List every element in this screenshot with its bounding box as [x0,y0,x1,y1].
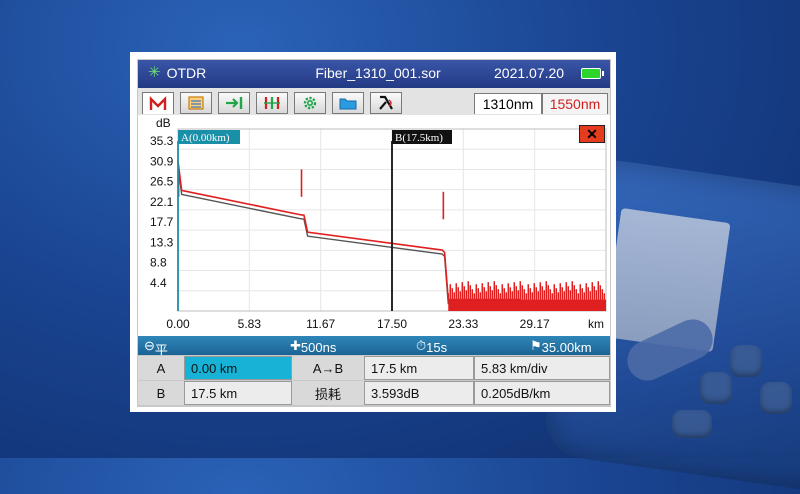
duration-value: 15s [426,340,448,355]
cursor-label: A(0.00km) [181,132,230,144]
wavelength-1550-tab[interactable]: 1550nm [542,93,608,114]
close-button[interactable]: ✕ [579,125,605,143]
app-title: ✳ OTDR [148,64,207,82]
cursor-label: B(17.5km) [395,132,443,144]
background-key [730,345,762,377]
event-list-tab[interactable] [180,92,212,114]
date-label: 2021.07.20 [494,65,565,81]
shadow-trace-line [177,165,521,305]
background-key [760,382,792,414]
range-value: 35.00km [541,340,592,355]
settings-tab[interactable] [294,92,326,114]
cursor-a-label: A [138,356,184,380]
y-tick-label: 30.9 [150,154,174,168]
cursor-a-value[interactable]: 0.00 km [184,356,292,380]
y-axis-label: dB [156,116,171,130]
pulse-width: ✚ 500ns [290,338,337,355]
y-tick-label: 26.5 [150,175,174,189]
x-tick-label: 23.33 [448,317,478,331]
a-to-b-distance: 17.5 km [364,356,474,380]
lambda-icon [379,95,393,110]
y-tick-label: 17.7 [150,215,174,229]
folder-icon [339,98,357,110]
otdr-panel: ✳ OTDR Fiber_1310_001.sor 2021.07.20 131… [130,52,616,412]
background-key [700,372,732,404]
toolbar: 1310nm 1550nm [138,88,610,115]
a-to-b-label: A→B [292,356,364,380]
x-axis-label: km [588,317,604,331]
gear-icon [303,96,317,110]
y-tick-label: 13.3 [150,235,174,249]
app-name: OTDR [166,65,207,81]
average-mode: ⊖ 平均 [144,338,168,377]
y-tick-label: 8.8 [150,256,167,270]
event-list-icon [188,96,204,110]
measurement-table: A 0.00 km A→B 17.5 km 5.83 km/div B 17.5… [138,355,610,406]
folder-tab[interactable] [332,92,364,114]
trace-plot: dB 35.3 30.9 26.5 22.1 17.7 13.3 8.8 4.4 0.00 5.83… [150,116,607,331]
loss-label: 损耗 [292,381,364,405]
cursor-tab[interactable] [256,92,288,114]
background-key [672,410,712,438]
y-tick-label: 22.1 [150,195,174,209]
x-tick-label: 0.00 [166,317,190,331]
otdr-screen: ✳ OTDR Fiber_1310_001.sor 2021.07.20 131… [137,59,611,407]
range: ⚑ 35.00km [530,338,592,355]
close-icon: ✕ [586,125,598,142]
sun-icon: ✳ [148,64,161,81]
status-bar: ⊖ 平均 ✚ 500ns ⏱15s ⚑ 35.00km [138,336,610,377]
noise-floor-area [448,299,606,311]
cursor-b-value[interactable]: 17.5 km [184,381,292,405]
x-tick-label: 29.17 [520,317,550,331]
x-tick-label: 11.67 [306,317,335,331]
scale-per-div: 5.83 km/div [474,356,610,380]
y-tick-label: 4.4 [150,276,167,290]
trace-icon [149,95,167,110]
x-tick-label: 5.83 [238,317,262,331]
cursor-bars-icon [264,97,280,109]
x-tick-label: 17.50 [377,317,407,331]
trace-tab[interactable] [142,92,174,114]
wavelength-1310-tab[interactable]: 1310nm [474,93,542,114]
title-bar: ✳ OTDR Fiber_1310_001.sor 2021.07.20 [138,60,610,88]
battery-icon [581,68,604,79]
marker-tab[interactable] [218,92,250,114]
y-tick-label: 35.3 [150,134,174,148]
cursor-b-label: B [138,381,184,405]
wavelength-tab[interactable] [370,92,402,114]
file-name: Fiber_1310_001.sor [315,65,441,81]
pulse-width-value: 500ns [300,340,337,355]
attenuation-value: 0.205dB/km [474,381,610,405]
loss-value: 3.593dB [364,381,474,405]
duration: ⏱ 15s [416,338,448,355]
arrow-to-line-icon [226,97,243,109]
otdr-trace-chart: dB 35.3 30.9 26.5 22.1 17.7 13.3 8.8 4.4 0.00 5.83… [138,115,610,336]
